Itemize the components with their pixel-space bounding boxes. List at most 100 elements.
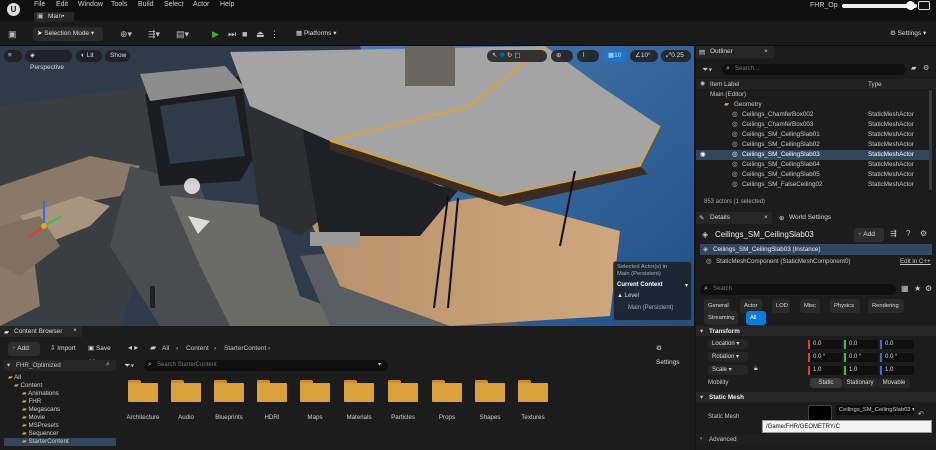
item-label-column[interactable]: Item Label bbox=[710, 81, 739, 88]
window-frame-icon[interactable] bbox=[918, 1, 930, 10]
chevron-down-icon[interactable]: ▾ bbox=[685, 282, 688, 289]
add-component-button[interactable]: + Add bbox=[854, 228, 884, 242]
breadcrumb-all[interactable]: All bbox=[162, 345, 169, 352]
world-local-toggle[interactable]: ⊕ bbox=[551, 50, 573, 62]
outliner-row[interactable]: ◎ Ceilings_SM_CeilingSlab01 StaticMeshActo… bbox=[696, 130, 929, 140]
gear-icon[interactable]: ⚙ bbox=[925, 284, 932, 293]
folder-tile-shapes[interactable] bbox=[475, 380, 505, 402]
unreal-logo-icon[interactable]: U bbox=[7, 3, 20, 16]
rotation-x[interactable]: 0.0 ° bbox=[810, 353, 842, 362]
tree-item-all[interactable]: ▰ All bbox=[8, 374, 21, 382]
tree-item[interactable]: ▰ Movie bbox=[22, 414, 45, 422]
content-browser-tab[interactable]: ▰ Content Browser × bbox=[0, 326, 82, 337]
viewport-menu-button[interactable]: ≡ bbox=[4, 50, 22, 62]
details-tab[interactable]: ✎ Details × bbox=[696, 212, 772, 224]
outliner-row[interactable]: ◎ Ceilings_SM_CeilingSlab05 StaticMeshActo… bbox=[696, 170, 929, 180]
edit-cpp-link[interactable]: Edit in C++ bbox=[900, 258, 931, 265]
tree-item[interactable]: ▰ Megascans bbox=[22, 406, 60, 414]
help-icon[interactable]: ? bbox=[906, 229, 910, 238]
tree-item[interactable]: ▰ Sequencer bbox=[22, 430, 58, 438]
selection-mode-button[interactable]: ➤ Selection Mode ▾ bbox=[33, 27, 103, 41]
advanced-section[interactable]: › Advanced bbox=[696, 434, 936, 444]
lock-icon[interactable]: 🔒︎ bbox=[754, 365, 758, 373]
play-options-icon[interactable]: ⏭ bbox=[228, 28, 236, 40]
menu-edit[interactable]: Edit bbox=[56, 1, 68, 8]
instance-row[interactable]: ◈ Ceilings_SM_CeilingSlab03 (Instance) bbox=[700, 244, 932, 255]
static-mesh-picker[interactable]: Ceilings_SM_CeilingSlab03 ▾ bbox=[836, 405, 914, 415]
viewport-scene[interactable] bbox=[0, 46, 694, 326]
component-row[interactable]: ◎ StaticMeshComponent (StaticMeshCompone… bbox=[700, 256, 932, 266]
folder-tile-hdri[interactable] bbox=[257, 380, 287, 402]
project-header[interactable]: ▾ FHR_Optimized ⌕ bbox=[4, 360, 116, 371]
outliner-row[interactable]: ◎ Ceilings_SM_CeilingSlab04 StaticMeshActo… bbox=[696, 160, 929, 170]
slider-handle[interactable] bbox=[906, 1, 915, 10]
folder-tile-maps[interactable] bbox=[300, 380, 330, 402]
rotation-z[interactable]: 0.0 ° bbox=[882, 353, 914, 362]
outliner-row[interactable]: ◎ Ceilings_ChamferBox002 StaticMeshActor bbox=[696, 110, 929, 120]
menu-window[interactable]: Window bbox=[78, 1, 103, 8]
scale-x[interactable]: 1.0 bbox=[810, 366, 842, 375]
more-options-icon[interactable]: ⋮ bbox=[270, 28, 279, 40]
filter-icon[interactable]: ⏷▾ bbox=[702, 65, 712, 75]
type-column[interactable]: Type bbox=[868, 81, 882, 88]
rotation-dropdown[interactable]: Rotation ▾ bbox=[708, 352, 748, 362]
add-content-icon[interactable]: ⊕▾ bbox=[120, 28, 132, 40]
save-icon[interactable]: ▣ bbox=[8, 28, 17, 40]
save-all-button[interactable]: ▣ Save All bbox=[84, 342, 122, 366]
tree-item-selected[interactable]: ▰ StarterContent bbox=[4, 438, 116, 446]
tree-item-content[interactable]: ▰ Content bbox=[14, 382, 42, 390]
level-viewport[interactable]: ≡ ◈ Perspective ◐ Lit Show ↖✥↻▢ ⊕ ⌇ ▦10 … bbox=[0, 46, 694, 326]
folder-icon[interactable]: ▰ bbox=[150, 343, 156, 352]
filter-all[interactable]: All bbox=[746, 311, 766, 325]
filter-misc[interactable]: Misc bbox=[800, 299, 820, 313]
surface-snap[interactable]: ⌇ bbox=[577, 50, 599, 62]
stop-icon[interactable]: ■ bbox=[242, 28, 247, 40]
location-y[interactable]: 0.0 bbox=[846, 340, 878, 349]
outliner-row[interactable]: ◎ Ceilings_ChamferBox003 StaticMeshActor bbox=[696, 120, 929, 130]
menu-build[interactable]: Build bbox=[138, 1, 154, 8]
transform-section[interactable]: ▾ Transform bbox=[696, 326, 936, 336]
blueprint-icon[interactable]: ⇶ bbox=[890, 229, 897, 238]
outliner-row-selected[interactable]: ◉ ◎ Ceilings_SM_CeilingSlab03 StaticMeshAct… bbox=[696, 150, 929, 160]
filter-physics[interactable]: Physics bbox=[830, 299, 860, 313]
mobility-movable[interactable]: Movable bbox=[878, 378, 910, 388]
close-icon[interactable]: × bbox=[764, 48, 768, 55]
scale-snap-button[interactable]: ⤢0.25 bbox=[661, 50, 691, 62]
asset-search[interactable]: ⌕ Search StarterContent ▾ bbox=[144, 360, 388, 371]
tree-item[interactable]: ▰ MSPresets bbox=[22, 422, 59, 430]
chevron-down-icon[interactable]: ▾ bbox=[378, 361, 381, 368]
menu-select[interactable]: Select bbox=[164, 1, 183, 8]
scale-dropdown[interactable]: Scale ▾ bbox=[708, 365, 748, 375]
grid-snap-button[interactable]: ▦10 bbox=[603, 50, 627, 62]
eject-icon[interactable]: ⏏ bbox=[256, 28, 265, 40]
filter-icon[interactable]: ⏷▾ bbox=[124, 361, 134, 371]
outliner-row[interactable]: ▰ Geometry bbox=[696, 100, 929, 110]
blueprint-icon[interactable]: ⇶▾ bbox=[148, 28, 160, 40]
location-dropdown[interactable]: Location ▾ bbox=[708, 339, 748, 349]
visibility-icon[interactable]: ◉ bbox=[700, 150, 706, 160]
platforms-button[interactable]: ▦ Platforms ▾ bbox=[292, 27, 344, 41]
folder-tile-particles[interactable] bbox=[388, 380, 418, 402]
settings-icon[interactable]: ⚙ bbox=[920, 229, 927, 238]
folder-tile-audio[interactable] bbox=[171, 380, 201, 402]
location-z[interactable]: 0.0 bbox=[882, 340, 914, 349]
folder-tile-props[interactable] bbox=[432, 380, 462, 402]
rotation-y[interactable]: 0.0 ° bbox=[846, 353, 878, 362]
grid-view-icon[interactable]: ▦ bbox=[901, 284, 909, 293]
outliner-row[interactable]: ◎ Ceilings_SM_CeilingSlab02 StaticMeshActo… bbox=[696, 140, 929, 150]
add-folder-icon[interactable]: ▰ bbox=[911, 64, 916, 72]
mobility-static[interactable]: Static bbox=[810, 378, 842, 388]
rotation-snap-button[interactable]: ∠10° bbox=[630, 50, 658, 62]
import-button[interactable]: ⇩ Import bbox=[46, 342, 80, 356]
scale-y[interactable]: 1.0 bbox=[846, 366, 878, 375]
tree-item[interactable]: ▰ Animations bbox=[22, 390, 59, 398]
details-search[interactable]: ⌕ Search bbox=[700, 284, 896, 295]
gear-icon[interactable]: ⚙ bbox=[923, 64, 929, 72]
menu-tools[interactable]: Tools bbox=[111, 1, 127, 8]
show-button[interactable]: Show bbox=[105, 50, 130, 62]
folder-tile-architecture[interactable] bbox=[128, 380, 158, 402]
filter-rendering[interactable]: Rendering bbox=[868, 299, 904, 313]
play-icon[interactable]: ▶ bbox=[212, 28, 219, 40]
outliner-scrollbar[interactable] bbox=[929, 90, 932, 190]
cinematics-icon[interactable]: ▤▾ bbox=[176, 28, 189, 40]
